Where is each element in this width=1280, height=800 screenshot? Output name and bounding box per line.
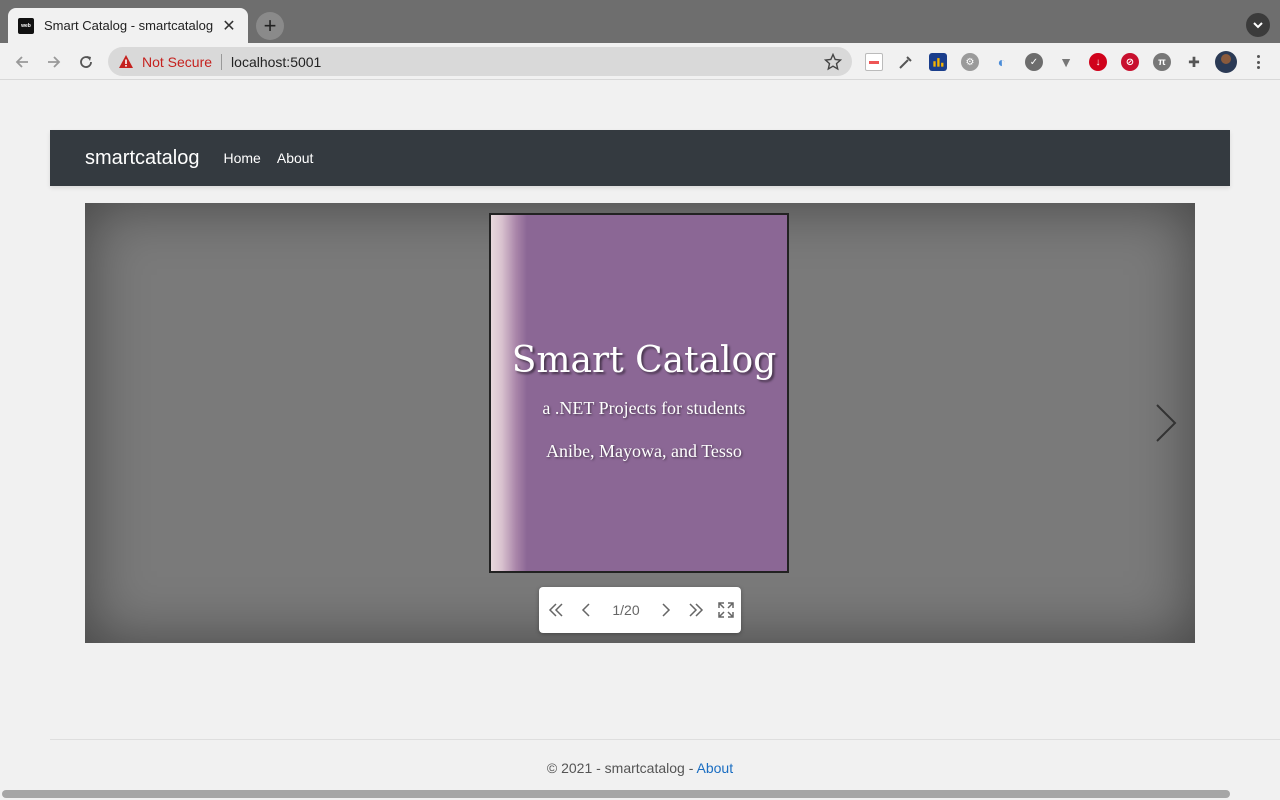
fullscreen-button[interactable] (711, 587, 741, 633)
cover-title: Smart Catalog (511, 340, 777, 381)
tab-favicon: web (18, 17, 34, 34)
footer-copyright: © 2021 - smartcatalog - (546, 760, 697, 776)
navbar-brand[interactable]: smartcatalog (85, 147, 200, 170)
site-navbar: smartcatalog Home About (50, 130, 1230, 186)
warning-icon (118, 54, 134, 70)
first-page-button[interactable] (541, 587, 571, 633)
eyedropper-extension-icon[interactable] (897, 53, 915, 71)
book-spine (491, 215, 527, 571)
download-extension-icon[interactable]: ↓ (1089, 53, 1107, 71)
gear-extension-icon[interactable]: ⚙ (961, 53, 979, 71)
prev-page-button[interactable] (571, 587, 601, 633)
url-text[interactable]: localhost:5001 (231, 54, 321, 70)
block-extension-icon[interactable]: ⊘ (1121, 53, 1139, 71)
vue-extension-icon[interactable]: ▼ (1057, 53, 1075, 71)
footer-about-link[interactable]: About (697, 760, 734, 776)
security-label[interactable]: Not Secure (142, 54, 212, 70)
footer-divider (50, 739, 1280, 740)
fullscreen-icon (718, 602, 734, 618)
nav-link-home[interactable]: Home (224, 150, 261, 166)
arrow-left-icon (15, 56, 28, 68)
forward-button[interactable] (43, 51, 65, 73)
horizontal-scrollbar[interactable] (2, 790, 1230, 798)
reload-icon (80, 56, 92, 68)
puzzle-extensions-icon[interactable]: ✚ (1185, 53, 1203, 71)
last-page-button[interactable] (681, 587, 711, 633)
calendar-extension-icon[interactable] (865, 53, 883, 71)
flipbook-controls: 1/20 (539, 587, 741, 633)
cover-subtitle: a .NET Projects for students (542, 398, 746, 418)
reload-button[interactable] (75, 51, 97, 73)
next-page-arrow-icon[interactable] (1155, 403, 1177, 443)
browser-toolbar: Not Secure localhost:5001 ⚙ ◐ ✓ ▼ ↓ ⊘ π … (0, 43, 1280, 80)
next-page-button[interactable] (651, 587, 681, 633)
browser-menu-icon[interactable] (1250, 53, 1266, 71)
profile-avatar[interactable] (1215, 51, 1237, 73)
chevron-down-icon (1253, 22, 1263, 29)
double-chevron-right-icon (689, 603, 704, 617)
sync-extension-icon[interactable]: ◐ (993, 53, 1011, 71)
browser-tabstrip: web Smart Catalog - smartcatalog ✕ + (0, 0, 1280, 43)
omnibox-divider (221, 53, 223, 70)
tab-close-icon[interactable]: ✕ (220, 16, 238, 36)
double-chevron-left-icon (548, 603, 563, 617)
check-extension-icon[interactable]: ✓ (1025, 53, 1043, 71)
tab-title: Smart Catalog - smartcatalog (44, 18, 214, 33)
cover-authors: Anibe, Mayowa, and Tesso (546, 441, 742, 461)
react-extension-icon[interactable]: π (1153, 53, 1171, 71)
page-indicator: 1/20 (612, 602, 640, 618)
book-cover[interactable]: Smart Catalog a .NET Projects for studen… (489, 213, 789, 573)
arrow-right-icon (48, 56, 61, 68)
address-bar[interactable]: Not Secure localhost:5001 (108, 47, 852, 76)
tab-search-button[interactable] (1246, 13, 1270, 37)
chevron-left-icon (581, 603, 590, 617)
flipbook-viewer: Smart Catalog a .NET Projects for studen… (85, 203, 1195, 643)
new-tab-button[interactable]: + (256, 12, 284, 40)
chevron-right-icon (662, 603, 671, 617)
analytics-extension-icon[interactable] (929, 53, 947, 71)
back-button[interactable] (11, 51, 33, 73)
site-footer: © 2021 - smartcatalog - About (0, 760, 1280, 776)
bookmark-star-icon[interactable] (824, 53, 842, 71)
nav-link-about[interactable]: About (277, 150, 314, 166)
browser-tab[interactable]: web Smart Catalog - smartcatalog ✕ (8, 8, 248, 43)
